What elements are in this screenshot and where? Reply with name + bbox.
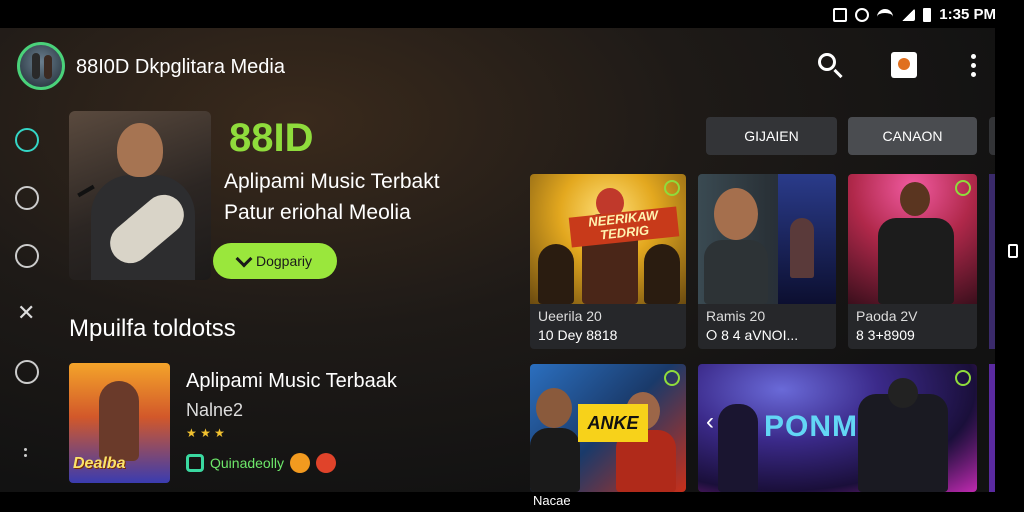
play-icon[interactable]: [664, 370, 680, 386]
list-item-meta: Quinadeolly: [186, 453, 336, 473]
media-card[interactable]: ‹ PONM: [698, 364, 977, 492]
card-image: [698, 174, 836, 304]
play-icon[interactable]: [955, 180, 971, 196]
card-info: Ramis 20 ⭘ 8 4 aVNOI...: [698, 304, 836, 349]
card-banner-text: PONM: [764, 410, 858, 443]
badge-icon: [315, 453, 336, 473]
top-app-bar: 88I0D Dkpglitara Media: [0, 28, 995, 104]
recycle-icon[interactable]: [15, 360, 39, 384]
bottom-label: Nacae: [533, 493, 571, 508]
hero-subtitle: Patur eriohal Meolia: [224, 201, 411, 224]
card-meta: 8 3+8909: [856, 327, 915, 343]
chevron-left-icon[interactable]: ‹: [706, 408, 714, 436]
check-icon: [235, 250, 253, 268]
card-banner: ANKE: [578, 404, 648, 442]
alarm-icon: [855, 7, 870, 22]
hero-action-label: Dogpariy: [255, 253, 313, 269]
search-icon[interactable]: [815, 50, 845, 80]
play-icon[interactable]: [955, 370, 971, 386]
filter-chip[interactable]: GIJAIEN: [706, 117, 837, 155]
section-title: Mpuilfa toldotss: [69, 315, 236, 342]
more-dots-icon[interactable]: [24, 448, 30, 457]
media-card[interactable]: Ramis 20 ⭘ 8 4 aVNOI...: [698, 174, 836, 349]
card-title: Paoda 2V: [856, 308, 918, 324]
hero-action-button[interactable]: Dogpariy: [213, 243, 337, 279]
filter-chip-selected[interactable]: CANAON: [848, 117, 977, 155]
bottom-bar: Nacae: [0, 492, 1024, 512]
nfc-icon: [833, 7, 848, 22]
card-meta: 10 Dey 8818: [538, 327, 618, 343]
list-item-subtitle: Nalne2: [186, 400, 244, 420]
list-item-thumbnail[interactable]: Dealba: [69, 363, 170, 483]
list-item-title[interactable]: Aplipami Music Terbaak: [186, 370, 397, 393]
status-icons: 1:35 PM: [833, 6, 996, 23]
media-card[interactable]: NEERIKAW TEDRIG Ueerila 20 10 Dey 8818: [530, 174, 686, 349]
cast-icon[interactable]: [889, 50, 919, 80]
wifi-icon: [877, 8, 894, 21]
card-banner: NEERIKAW TEDRIG: [568, 206, 680, 248]
media-card[interactable]: ANKE: [530, 364, 686, 492]
card-title: Ueerila 20: [538, 308, 602, 324]
home-icon[interactable]: [15, 128, 39, 152]
play-icon[interactable]: [664, 180, 680, 196]
rotate-icon[interactable]: [1008, 244, 1018, 258]
hero-code: 88ID: [229, 116, 314, 160]
library-icon[interactable]: [15, 244, 39, 268]
status-time: 1:35 PM: [939, 6, 996, 23]
explore-icon[interactable]: [15, 186, 39, 210]
card-info: Ueerila 20 10 Dey 8818: [530, 304, 686, 349]
system-rail: [995, 28, 1024, 492]
card-image: NEERIKAW TEDRIG: [530, 174, 686, 304]
app-logo[interactable]: [17, 42, 65, 90]
list-item-rating: ★ ★ ★: [186, 426, 225, 440]
x-icon[interactable]: [15, 300, 39, 326]
more-vert-icon[interactable]: [958, 50, 988, 80]
app-title: 88I0D Dkpglitara Media: [76, 56, 285, 78]
card-meta: ⭘ 8 4 aVNOI...: [706, 327, 799, 343]
media-card[interactable]: Paoda 2V 8 3+8909: [848, 174, 977, 349]
thumbnail-caption: Dealba: [73, 455, 126, 472]
card-title: Ramis 20: [706, 308, 766, 324]
status-bar: 1:35 PM: [0, 0, 1024, 28]
card-info: Paoda 2V 8 3+8909: [848, 304, 977, 349]
battery-icon: [923, 7, 932, 22]
signal-icon: [901, 8, 916, 21]
app-window: 88I0D Dkpglitara Media 88ID Aplipami Mus…: [0, 28, 995, 492]
badge-icon: [289, 453, 310, 473]
list-item-meta-text: Quinadeolly: [210, 455, 284, 471]
hero-artist-image[interactable]: [69, 111, 211, 280]
hero-title: Aplipami Music Terbakt: [224, 170, 440, 193]
app-icon: [186, 454, 204, 472]
card-image: ANKE: [530, 364, 686, 492]
